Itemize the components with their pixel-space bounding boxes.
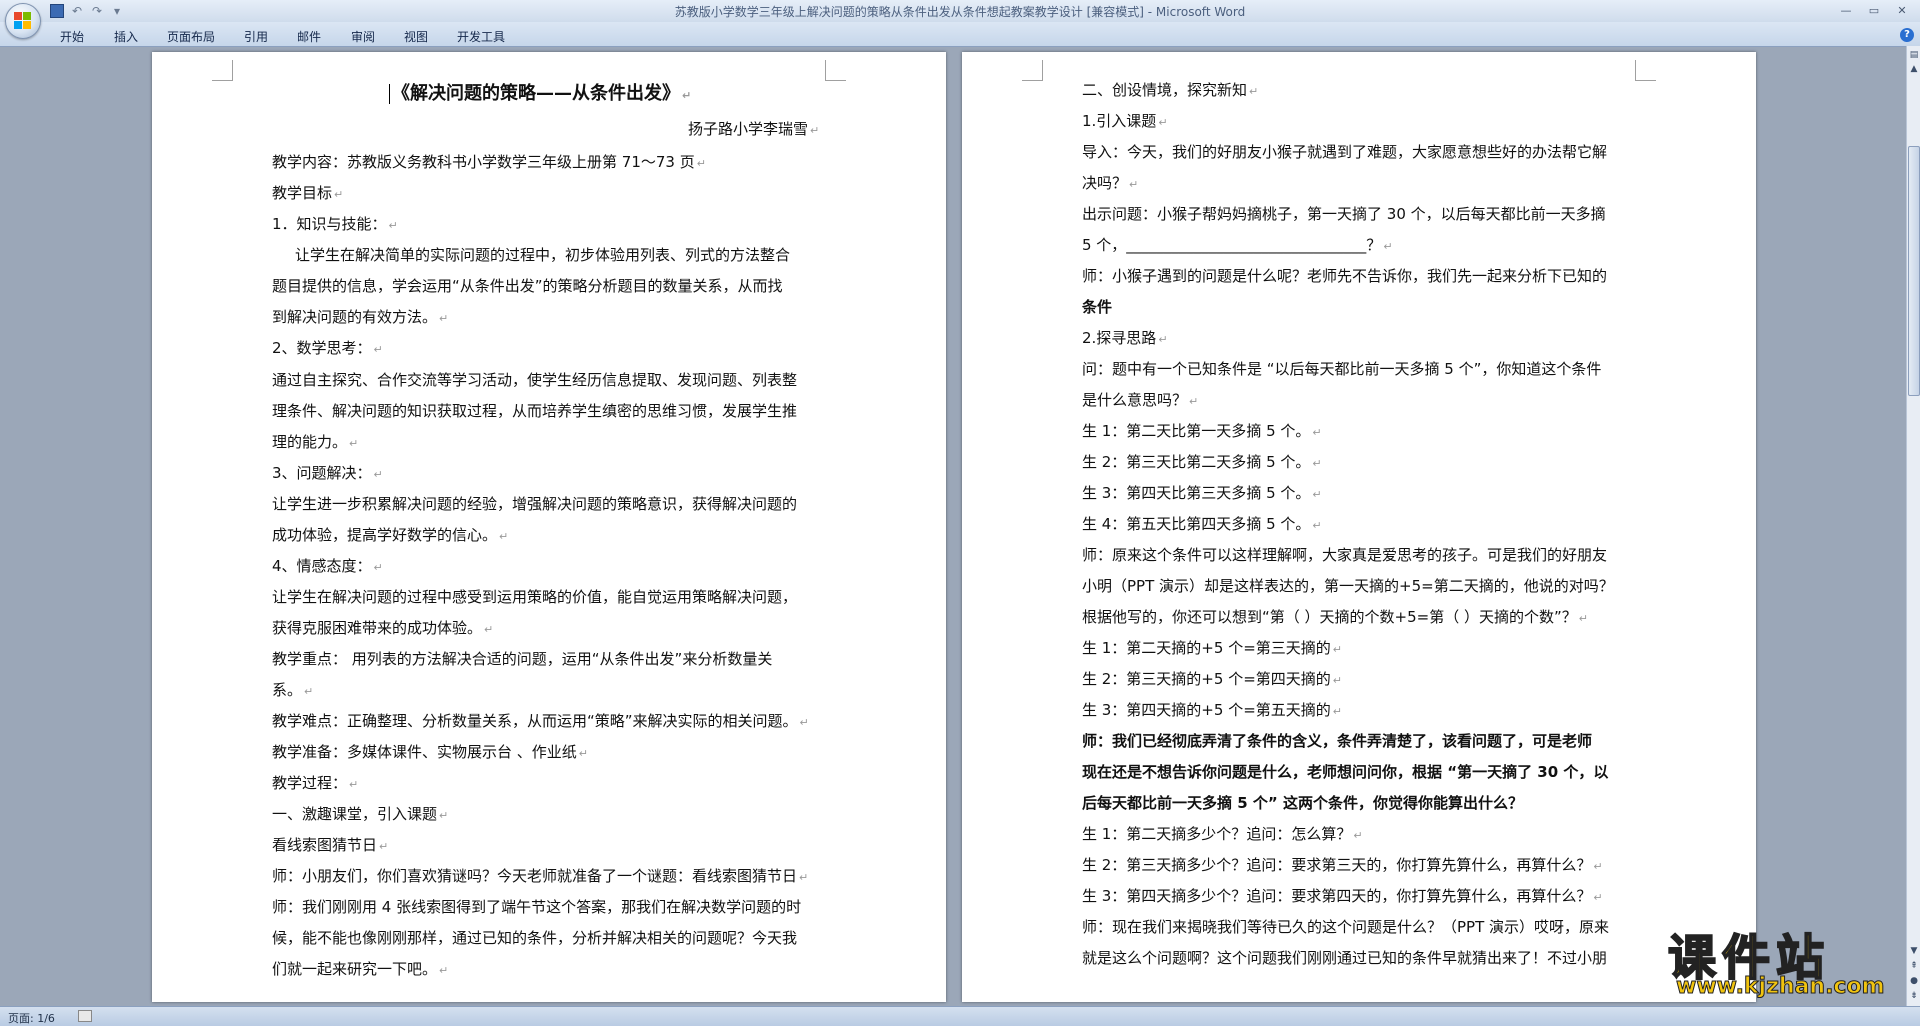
ribbon-tabs: 开始 插入 页面布局 引用 邮件 审阅 视图 开发工具 (0, 22, 1920, 47)
paragraph: 生 1：第二天摘多少个？追问：怎么算？ ↵ (1082, 825, 1363, 843)
paragraph: 根据他写的，你还可以想到“第（ ）天摘的个数+5=第（ ）天摘的个数”？ ↵ (1082, 608, 1588, 626)
minimize-button[interactable]: — (1832, 2, 1860, 19)
tab-mailings[interactable]: 邮件 (297, 28, 321, 45)
document-page-1[interactable]: 《解决问题的策略——从条件出发》 ↵ 扬子路小学李瑞雪 ↵ 教学内容：苏教版义务教科… (152, 52, 946, 1002)
paragraph: 师：我们刚刚用 4 张线索图得到了端午节这个答案，那我们在解决数学问题的时 (272, 898, 802, 916)
paragraph: 们就一起来研究一下吧。 ↵ (272, 960, 449, 978)
previous-page-icon[interactable]: ⇞ (1909, 961, 1919, 971)
paragraph: 决吗？ ↵ (1082, 174, 1139, 192)
paragraph: 生 2：第三天摘的+5 个=第四天摘的 ↵ (1082, 670, 1342, 688)
paragraph: 3、问题解决： ↵ (272, 464, 383, 482)
paragraph: 教学难点：正确整理、分析数量关系，从而运用“策略”来解决实际的相关问题。 ↵ (272, 712, 809, 730)
paragraph: 现在还是不想告诉你问题是什么，老师想问问你，根据 “第一天摘了 30 个，以 (1082, 763, 1609, 781)
paragraph: 问：题中有一个已知条件是 “以后每天都比前一天多摘 5 个”，你知道这个条件 (1082, 360, 1602, 378)
page-indicator[interactable]: 页面: 1/6 (8, 1010, 55, 1026)
ruler-toggle-icon[interactable]: ▤ (1909, 50, 1919, 60)
paragraph: 师：我们已经彻底弄清了条件的含义，条件弄清楚了，该看问题了，可是老师 (1082, 732, 1593, 750)
paragraph: 师：现在我们来揭晓我们等待已久的这个问题是什么？（PPT 演示）哎呀，原来 (1082, 918, 1610, 936)
title-bar: ↶ ↷ ▾ 苏教版小学数学三年级上解决问题的策略从条件出发从条件想起教案教学设计… (0, 0, 1920, 22)
paragraph: 1．知识与技能： ↵ (272, 215, 398, 233)
paragraph: 出示问题：小猴子帮妈妈摘桃子，第一天摘了 30 个，以后每天都比前一天多摘 (1082, 205, 1606, 223)
tab-insert[interactable]: 插入 (114, 28, 138, 45)
office-button[interactable] (5, 3, 41, 39)
watermark-url: www.kjzhan.com (1676, 974, 1886, 1000)
tab-review[interactable]: 审阅 (351, 28, 375, 45)
crop-mark (212, 60, 233, 81)
status-bar: 页面: 1/6 (0, 1006, 1920, 1026)
tab-references[interactable]: 引用 (244, 28, 268, 45)
scroll-up-icon[interactable]: ▲ (1909, 64, 1919, 74)
paragraph: 教学内容：苏教版义务教科书小学数学三年级上册第 71～73 页 ↵ (272, 153, 706, 171)
scroll-down-icon[interactable]: ▼ (1909, 946, 1919, 956)
paragraph: 生 4：第五天比第四天多摘 5 个。 ↵ (1082, 515, 1322, 533)
window-title: 苏教版小学数学三年级上解决问题的策略从条件出发从条件想起教案教学设计 [兼容模式… (674, 5, 1246, 19)
crop-mark (1022, 60, 1043, 81)
tab-view[interactable]: 视图 (404, 28, 428, 45)
paragraph: 一、激趣课堂，引入课题 ↵ (272, 805, 449, 823)
paragraph: 导入：今天，我们的好朋友小猴子就遇到了难题，大家愿意想些好的办法帮它解 (1082, 143, 1608, 161)
paragraph: 理条件、解决问题的知识获取过程，从而培养学生缜密的思维习惯，发展学生推 (272, 402, 798, 420)
browse-object-icon[interactable]: ● (1909, 976, 1919, 986)
paragraph: 教学过程： ↵ (272, 774, 359, 792)
paragraph: 2.探寻思路 ↵ (1082, 329, 1168, 347)
office-logo-icon (14, 12, 32, 30)
paragraph: 小明（PPT 演示）却是这样表达的，第一天摘的+5=第二天摘的，他说的对吗？ (1082, 577, 1614, 595)
paragraph: 理的能力。 ↵ (272, 433, 359, 451)
paragraph: 生 2：第三天摘多少个？追问：要求第三天的，你打算先算什么，再算什么？ ↵ (1082, 856, 1603, 874)
paragraph: 师：小朋友们，你们喜欢猜谜吗？今天老师就准备了一个谜题：看线索图猜节日 ↵ (272, 867, 809, 885)
paragraph: 生 3：第四天比第三天多摘 5 个。 ↵ (1082, 484, 1322, 502)
paragraph: 成功体验，提高学好数学的信心。 ↵ (272, 526, 509, 544)
text-cursor (389, 84, 390, 104)
paragraph: 生 2：第三天比第二天多摘 5 个。 ↵ (1082, 453, 1322, 471)
paragraph: 让学生在解决简单的实际问题的过程中，初步体验用列表、列式的方法整合 (295, 246, 791, 264)
vertical-scrollbar[interactable]: ▤ ▲ ▼ ⇞ ● ⇟ (1906, 46, 1920, 1006)
paragraph: 到解决问题的有效方法。 ↵ (272, 308, 449, 326)
document-page-2[interactable]: 二、创设情境，探究新知 ↵ 1.引入课题 ↵ 导入：今天，我们的好朋友小猴子就遇到了… (962, 52, 1756, 1002)
paragraph: 获得克服困难带来的成功体验。 ↵ (272, 619, 494, 637)
paragraph: 4、情感态度： ↵ (272, 557, 383, 575)
watermark-logo: 课件站 www.kjzhan.com (1667, 918, 1904, 1000)
paragraph: 生 3：第四天摘多少个？追问：要求第四天的，你打算先算什么，再算什么？ ↵ (1082, 887, 1603, 905)
paragraph: 让学生进一步积累解决问题的经验，增强解决问题的策略意识，获得解决问题的 (272, 495, 798, 513)
paragraph: 5 个，________________________________？ ↵ (1082, 236, 1393, 254)
next-page-icon[interactable]: ⇟ (1909, 991, 1919, 1001)
paragraph: 2、数学思考： ↵ (272, 339, 383, 357)
tab-developer[interactable]: 开发工具 (457, 28, 505, 45)
paragraph: 教学准备：多媒体课件、实物展示台 、作业纸 ↵ (272, 743, 588, 761)
paragraph: 生 1：第二天摘的+5 个=第三天摘的 ↵ (1082, 639, 1342, 657)
crop-mark (1635, 60, 1656, 81)
maximize-button[interactable]: ▭ (1860, 2, 1888, 19)
window-controls: — ▭ ✕ (1832, 2, 1916, 19)
paragraph: 系。 ↵ (272, 681, 314, 699)
author-line: 扬子路小学李瑞雪 ↵ (688, 120, 820, 138)
crop-mark (825, 60, 846, 81)
paragraph: 就是这么个问题啊？这个问题我们刚刚通过已知的条件早就猜出来了！不过小朋 (1082, 949, 1608, 967)
paragraph: 1.引入课题 ↵ (1082, 112, 1168, 130)
paragraph: 候，能不能也像刚刚那样，通过已知的条件，分析并解决相关的问题呢？今天我 (272, 929, 798, 947)
paragraph: 是什么意思吗？ ↵ (1082, 391, 1199, 409)
document-title: 《解决问题的策略——从条件出发》 ↵ (389, 84, 691, 106)
paragraph: 生 3：第四天摘的+5 个=第五天摘的 ↵ (1082, 701, 1342, 719)
scrollbar-thumb[interactable] (1908, 146, 1920, 396)
paragraph: 生 1：第二天比第一天多摘 5 个。 ↵ (1082, 422, 1322, 440)
paragraph: 师：原来这个条件可以这样理解啊，大家真是爱思考的孩子。可是我们的好朋友 (1082, 546, 1608, 564)
paragraph: 师：小猴子遇到的问题是什么呢？老师先不告诉你，我们先一起来分析下已知的 (1082, 267, 1608, 285)
close-button[interactable]: ✕ (1888, 2, 1916, 19)
paragraph: 后每天都比前一天多摘 5 个” 这两个条件，你觉得你能算出什么？ (1082, 794, 1523, 812)
tab-home[interactable]: 开始 (60, 28, 84, 45)
paragraph: 看线索图猜节日 ↵ (272, 836, 389, 854)
paragraph: 教学重点： 用列表的方法解决合适的问题，运用“从条件出发”来分析数量关 (272, 650, 773, 668)
paragraph: 题目提供的信息，学会运用“从条件出发”的策略分析题目的数量关系，从而找 (272, 277, 783, 295)
paragraph: 教学目标 ↵ (272, 184, 344, 202)
paragraph: 二、创设情境，探究新知 ↵ (1082, 81, 1259, 99)
proofing-icon[interactable] (78, 1010, 92, 1022)
paragraph: 条件 (1082, 298, 1113, 316)
help-icon[interactable]: ? (1900, 28, 1914, 42)
tab-page-layout[interactable]: 页面布局 (167, 28, 215, 45)
paragraph: 让学生在解决问题的过程中感受到运用策略的价值，能自觉运用策略解决问题， (272, 588, 798, 606)
paragraph: 通过自主探究、合作交流等学习活动，使学生经历信息提取、发现问题、列表整 (272, 371, 798, 389)
